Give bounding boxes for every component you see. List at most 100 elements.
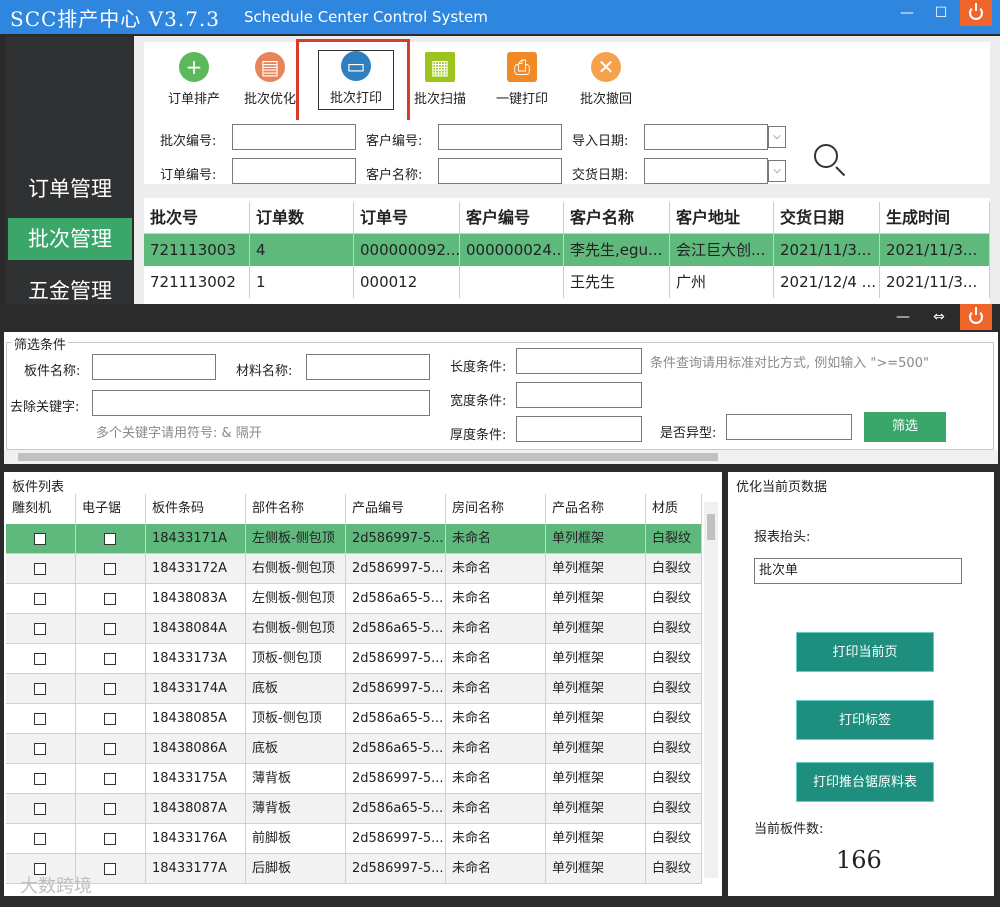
engraver-checkbox[interactable] (34, 622, 46, 635)
title-bar: SCC排产中心 V3.7.3 Schedule Center Control S… (0, 0, 1000, 34)
customer-no-input[interactable] (438, 124, 562, 150)
minimize-button[interactable]: — (890, 0, 924, 28)
table-row[interactable]: 18433176A 前脚板 2d586997-5... 未命名 单列框架 白裂纹 (6, 824, 702, 854)
column-header[interactable]: 房间名称 (446, 494, 546, 524)
table-cell: 721113003 (144, 234, 250, 266)
saw-checkbox[interactable] (104, 802, 116, 815)
table-row[interactable]: 18438086A 底板 2d586a65-5... 未命名 单列框架 白裂纹 (6, 734, 702, 764)
column-header[interactable]: 电子锯 (76, 494, 146, 524)
report-header-input[interactable]: 批次单 (754, 558, 962, 584)
table-row[interactable]: 721113003 4 000000092... 000000024... 李先… (144, 234, 990, 266)
saw-checkbox[interactable] (104, 712, 116, 725)
table-row[interactable]: 18438087A 薄背板 2d586a65-5... 未命名 单列框架 白裂纹 (6, 794, 702, 824)
column-header[interactable]: 订单号 (354, 202, 460, 234)
table-cell: 18438084A (146, 614, 246, 644)
column-header[interactable]: 材质 (646, 494, 702, 524)
table-row[interactable]: 18433175A 薄背板 2d586997-5... 未命名 单列框架 白裂纹 (6, 764, 702, 794)
engraver-checkbox[interactable] (34, 532, 46, 545)
engraver-checkbox[interactable] (34, 742, 46, 755)
saw-checkbox[interactable] (104, 832, 116, 845)
width-input[interactable] (516, 382, 642, 408)
column-header[interactable]: 部件名称 (246, 494, 346, 524)
optimize-panel: 优化当前页数据 报表抬头: 批次单 打印当前页 打印标签 打印推台锯原料表 当前… (728, 472, 994, 896)
import-date-dropdown[interactable]: ⌵ (768, 126, 786, 148)
sidebar-item-batches[interactable]: 批次管理 (8, 218, 132, 260)
sidebar-item-orders[interactable]: 订单管理 (8, 168, 132, 210)
is-irregular-input[interactable] (726, 414, 852, 440)
saw-checkbox[interactable] (104, 562, 116, 575)
table-cell: 薄背板 (246, 794, 346, 824)
delivery-date-input[interactable] (644, 158, 768, 184)
power-close-button[interactable] (960, 0, 992, 26)
table-row[interactable]: 18433177A 后脚板 2d586997-5... 未命名 单列框架 白裂纹 (6, 854, 702, 884)
saw-checkbox[interactable] (104, 682, 116, 695)
delivery-date-dropdown[interactable]: ⌵ (768, 160, 786, 182)
table-row[interactable]: 721113002 1 000012 王先生 广州 2021/12/4 ... … (144, 266, 990, 298)
vertical-scrollbar[interactable] (704, 502, 718, 878)
table-row[interactable]: 18438083A 左侧板-侧包顶 2d586a65-5... 未命名 单列框架 白裂纹 (6, 584, 702, 614)
column-header[interactable]: 板件条码 (146, 494, 246, 524)
maximize-button[interactable]: ☐ (924, 0, 958, 28)
length-input[interactable] (516, 348, 642, 374)
engraver-checkbox[interactable] (34, 682, 46, 695)
part-name-input[interactable] (92, 354, 216, 380)
saw-checkbox[interactable] (104, 652, 116, 665)
table-row[interactable]: 18433173A 顶板-侧包顶 2d586997-5... 未命名 单列框架 白裂纹 (6, 644, 702, 674)
column-header[interactable]: 产品编号 (346, 494, 446, 524)
parts-table-header: 雕刻机 电子锯 板件条码 部件名称 产品编号 房间名称 产品名称 材质 (6, 494, 702, 524)
horizontal-scrollbar[interactable] (4, 450, 998, 464)
saw-checkbox[interactable] (104, 772, 116, 785)
table-cell: 单列框架 (546, 644, 646, 674)
remove-keyword-input[interactable] (92, 390, 430, 416)
minimize-button[interactable]: — (886, 304, 920, 332)
filter-button[interactable]: 筛选 (864, 412, 946, 442)
customer-name-input[interactable] (438, 158, 562, 184)
power-close-button[interactable] (960, 304, 992, 330)
print-labels-button[interactable]: 打印标签 (796, 700, 934, 740)
saw-checkbox[interactable] (104, 622, 116, 635)
print-saw-material-button[interactable]: 打印推台锯原料表 (796, 762, 934, 802)
table-row[interactable]: 18438084A 右侧板-侧包顶 2d586a65-5... 未命名 单列框架 白裂纹 (6, 614, 702, 644)
column-header[interactable]: 交货日期 (774, 202, 880, 234)
column-header[interactable]: 雕刻机 (6, 494, 76, 524)
saw-checkbox[interactable] (104, 742, 116, 755)
print-current-page-button[interactable]: 打印当前页 (796, 632, 934, 672)
column-header[interactable]: 客户编号 (460, 202, 564, 234)
column-header[interactable]: 批次号 (144, 202, 250, 234)
material-name-input[interactable] (306, 354, 430, 380)
print-window: — ⇔ 筛选条件 板件名称: 材料名称: 去除关键字: 多个关键字请用符号: &… (0, 304, 1000, 907)
search-icon[interactable] (814, 144, 838, 168)
column-header[interactable]: 订单数 (250, 202, 354, 234)
batch-scan-button[interactable]: ▦ 批次扫描 (402, 52, 478, 114)
engraver-checkbox[interactable] (34, 652, 46, 665)
saw-checkbox[interactable] (104, 862, 116, 875)
engraver-checkbox[interactable] (34, 712, 46, 725)
column-header[interactable]: 客户地址 (670, 202, 774, 234)
scrollbar-thumb[interactable] (707, 514, 715, 540)
engraver-checkbox[interactable] (34, 832, 46, 845)
table-row[interactable]: 18433171A 左侧板-侧包顶 2d586997-5... 未命名 单列框架 白裂纹 (6, 524, 702, 554)
engraver-checkbox[interactable] (34, 802, 46, 815)
engraver-checkbox[interactable] (34, 592, 46, 605)
import-date-input[interactable] (644, 124, 768, 150)
table-cell: 王先生 (564, 266, 670, 298)
table-row[interactable]: 18433174A 底板 2d586997-5... 未命名 单列框架 白裂纹 (6, 674, 702, 704)
table-row[interactable]: 18438085A 顶板-侧包顶 2d586a65-5... 未命名 单列框架 白裂纹 (6, 704, 702, 734)
engraver-checkbox[interactable] (34, 772, 46, 785)
order-no-input[interactable] (232, 158, 356, 184)
resize-icon[interactable]: ⇔ (922, 304, 956, 332)
batch-withdraw-button[interactable]: ✕ 批次撤回 (568, 52, 644, 114)
thickness-input[interactable] (516, 416, 642, 442)
batch-no-input[interactable] (232, 124, 356, 150)
engraver-checkbox[interactable] (34, 562, 46, 575)
table-cell: 2d586997-5... (346, 764, 446, 794)
column-header[interactable]: 客户名称 (564, 202, 670, 234)
column-header[interactable]: 产品名称 (546, 494, 646, 524)
order-schedule-button[interactable]: + 订单排产 (156, 52, 232, 114)
saw-checkbox[interactable] (104, 592, 116, 605)
one-click-print-button[interactable]: ⎙ 一键打印 (484, 52, 560, 114)
table-row[interactable]: 18433172A 右侧板-侧包顶 2d586997-5... 未命名 单列框架 白裂纹 (6, 554, 702, 584)
saw-checkbox[interactable] (104, 532, 116, 545)
scrollbar-thumb[interactable] (18, 453, 718, 461)
column-header[interactable]: 生成时间 (880, 202, 990, 234)
